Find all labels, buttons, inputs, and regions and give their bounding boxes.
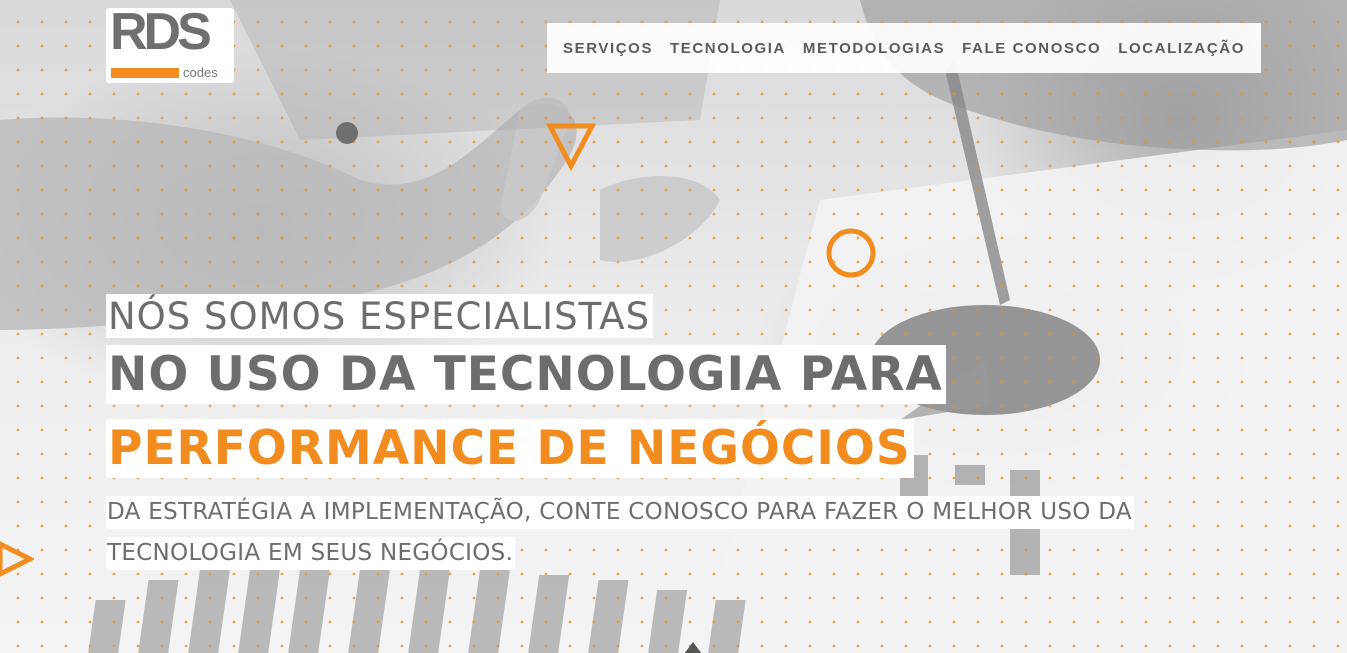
hero-headline-line-2: NO USO DA TECNOLOGIA PARA [106, 345, 946, 404]
orange-arrow-icon [0, 541, 34, 577]
nav-item-tecnologia[interactable]: TECNOLOGIA [670, 40, 786, 57]
main-nav: SERVIÇOS TECNOLOGIA METODOLOGIAS FALE CO… [547, 23, 1261, 73]
hero-headline-line-1: NÓS SOMOS ESPECIALISTAS [106, 294, 654, 338]
nav-item-localizacao[interactable]: LOCALIZAÇÃO [1118, 40, 1245, 57]
hero-subtitle: DA ESTRATÉGIA A IMPLEMENTAÇÃO, CONTE CON… [106, 492, 1210, 574]
logo[interactable]: RDS codes [106, 3, 234, 83]
nav-item-servicos[interactable]: SERVIÇOS [563, 40, 653, 57]
logo-text: RDS [110, 3, 212, 61]
nav-item-metodologias[interactable]: METODOLOGIAS [803, 40, 945, 57]
orange-ring-icon [826, 228, 876, 278]
hero-headline-line-3: PERFORMANCE DE NEGÓCIOS [106, 419, 914, 478]
logo-subtext: codes [183, 65, 218, 80]
nav-item-fale-conosco[interactable]: FALE CONOSCO [962, 40, 1101, 57]
hero-subtitle-text: DA ESTRATÉGIA A IMPLEMENTAÇÃO, CONTE CON… [106, 496, 1134, 570]
gray-dot-icon [336, 122, 358, 144]
gray-triangle-icon [684, 642, 702, 653]
orange-triangle-icon [546, 123, 596, 172]
logo-bar [111, 68, 179, 78]
hero-section: RDS codes SERVIÇOS TECNOLOGIA METODOLOGI… [0, 0, 1347, 653]
